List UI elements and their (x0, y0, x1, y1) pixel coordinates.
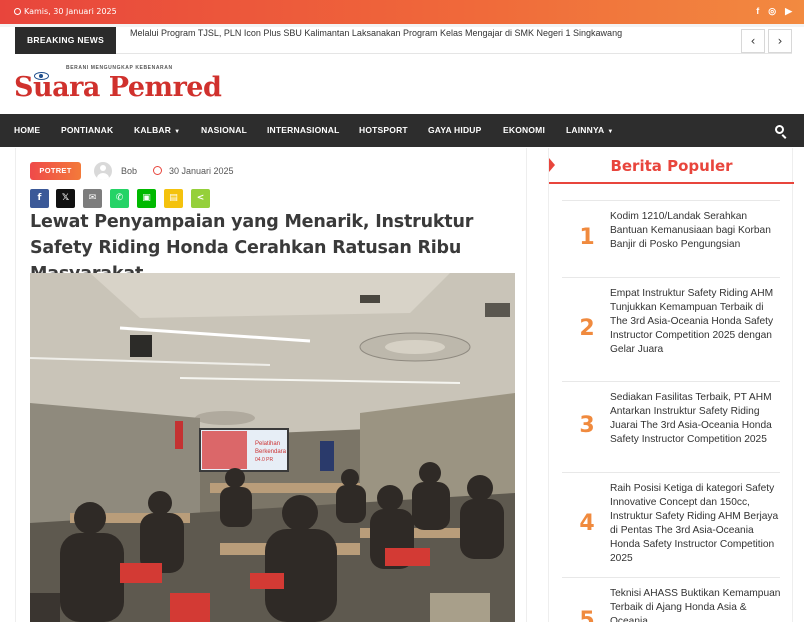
popular-title[interactable]: Raih Posisi Ketiga di kategori Safety In… (610, 482, 782, 566)
nav-item-hotsport[interactable]: HOTSPORT (359, 114, 408, 147)
nav-item-kalbar[interactable]: KALBAR ▼ (134, 114, 180, 147)
breaking-news-label: BREAKING NEWS (15, 27, 116, 54)
sidebar: Berita Populer 1 Kodim 1210/Landak Serah… (548, 148, 794, 622)
popular-title[interactable]: Sediakan Fasilitas Terbaik, PT AHM Antar… (610, 391, 782, 447)
search-icon[interactable] (775, 125, 784, 134)
popular-rank: 2 (579, 316, 595, 341)
breaking-prev-button[interactable]: ‹ (741, 29, 765, 53)
article: POTRET Bob 30 Januari 2025 f 𝕏 ✉ ✆ ▣ ▤ <… (15, 148, 527, 622)
popular-title[interactable]: Teknisi AHASS Buktikan Kemampuan Terbaik… (610, 587, 780, 622)
main-navigation: HOME PONTIANAK KALBAR ▼ NASIONAL INTERNAS… (0, 114, 804, 147)
screen-text-2: Berkendara (255, 449, 287, 455)
category-badge[interactable]: POTRET (30, 162, 81, 180)
author-name[interactable]: Bob (121, 166, 137, 176)
nav-item-home[interactable]: HOME (14, 114, 40, 147)
popular-item[interactable]: 3 Sediakan Fasilitas Terbaik, PT AHM Ant… (562, 381, 780, 472)
nav-label: HOME (14, 125, 41, 135)
facebook-icon[interactable]: f (30, 189, 49, 208)
popular-rank: 5 (579, 608, 595, 622)
nav-label: PONTIANAK (61, 125, 114, 135)
nav-label: HOTSPORT (359, 125, 408, 135)
publish-date: 30 Januari 2025 (169, 166, 234, 176)
nav-item-nasional[interactable]: NASIONAL (201, 114, 247, 147)
popular-item[interactable]: 1 Kodim 1210/Landak Serahkan Bantuan Kem… (562, 200, 780, 277)
popular-title[interactable]: Kodim 1210/Landak Serahkan Bantuan Keman… (610, 210, 782, 252)
popular-rank: 3 (579, 413, 595, 438)
nav-label: INTERNASIONAL (267, 125, 340, 135)
email-icon[interactable]: ✉ (83, 189, 102, 208)
chevron-down-icon: ▼ (174, 129, 181, 135)
current-date: Kamis, 30 Januari 2025 (14, 7, 117, 16)
popular-item[interactable]: 5 Teknisi AHASS Buktikan Kemampuan Terba… (562, 577, 780, 622)
popular-rank: 1 (579, 225, 595, 250)
nav-label: NASIONAL (201, 125, 247, 135)
logo-tagline: BERANI MENGUNGKAP KEBENARAN (66, 65, 173, 71)
youtube-icon[interactable]: ▶ (785, 6, 792, 16)
nav-label: LAINNYA (566, 125, 605, 135)
social-links: f ◎ ▶ (747, 6, 792, 17)
site-logo[interactable]: BERANI MENGUNGKAP KEBENARAN Suara Pemred (14, 62, 224, 108)
line-icon[interactable]: ▣ (137, 189, 156, 208)
article-photo[interactable]: Pelatihan Berkendara 04.0 PR (30, 273, 515, 622)
popular-item[interactable]: 4 Raih Posisi Ketiga di kategori Safety … (562, 472, 780, 577)
sidebar-heading-box: Berita Populer (549, 148, 794, 184)
x-icon[interactable]: 𝕏 (56, 189, 75, 208)
nav-label: EKONOMI (503, 125, 546, 135)
whatsapp-icon[interactable]: ✆ (110, 189, 129, 208)
sms-icon[interactable]: ▤ (164, 189, 183, 208)
nav-label: GAYA HIDUP (428, 125, 482, 135)
popular-item[interactable]: 2 Empat Instruktur Safety Riding AHM Tun… (562, 277, 780, 381)
sidebar-heading: Berita Populer (610, 157, 733, 175)
screen-text-3: 04.0 PR (255, 457, 273, 463)
nav-item-ekonomi[interactable]: EKONOMI (503, 114, 545, 147)
avatar (94, 162, 112, 180)
sharethis-icon[interactable]: < (191, 189, 210, 208)
top-bar: Kamis, 30 Januari 2025 f ◎ ▶ (0, 0, 804, 24)
clock-icon (14, 8, 21, 15)
nav-item-lainnya[interactable]: LAINNYA ▼ (566, 114, 614, 147)
breaking-next-button[interactable]: › (768, 29, 792, 53)
clock-icon (153, 166, 162, 175)
nav-item-pontianak[interactable]: PONTIANAK (61, 114, 113, 147)
screen-text-1: Pelatihan (255, 441, 280, 447)
popular-title[interactable]: Empat Instruktur Safety Riding AHM Tunju… (610, 287, 782, 357)
popular-rank: 4 (579, 511, 595, 536)
nav-item-gaya-hidup[interactable]: GAYA HIDUP (428, 114, 482, 147)
breaking-news-bar: BREAKING NEWS Melalui Program TJSL, PLN … (15, 27, 792, 54)
nav-item-internasional[interactable]: INTERNASIONAL (267, 114, 340, 147)
chevron-down-icon: ▼ (607, 129, 614, 135)
facebook-icon[interactable]: f (756, 6, 759, 16)
current-date-text: Kamis, 30 Januari 2025 (24, 7, 117, 16)
logo-name: Suara Pemred (14, 72, 222, 103)
breaking-news-headline[interactable]: Melalui Program TJSL, PLN Icon Plus SBU … (130, 27, 622, 39)
instagram-icon[interactable]: ◎ (768, 6, 776, 16)
nav-label: KALBAR (134, 125, 172, 135)
article-photo-scene: Pelatihan Berkendara 04.0 PR (30, 273, 515, 622)
